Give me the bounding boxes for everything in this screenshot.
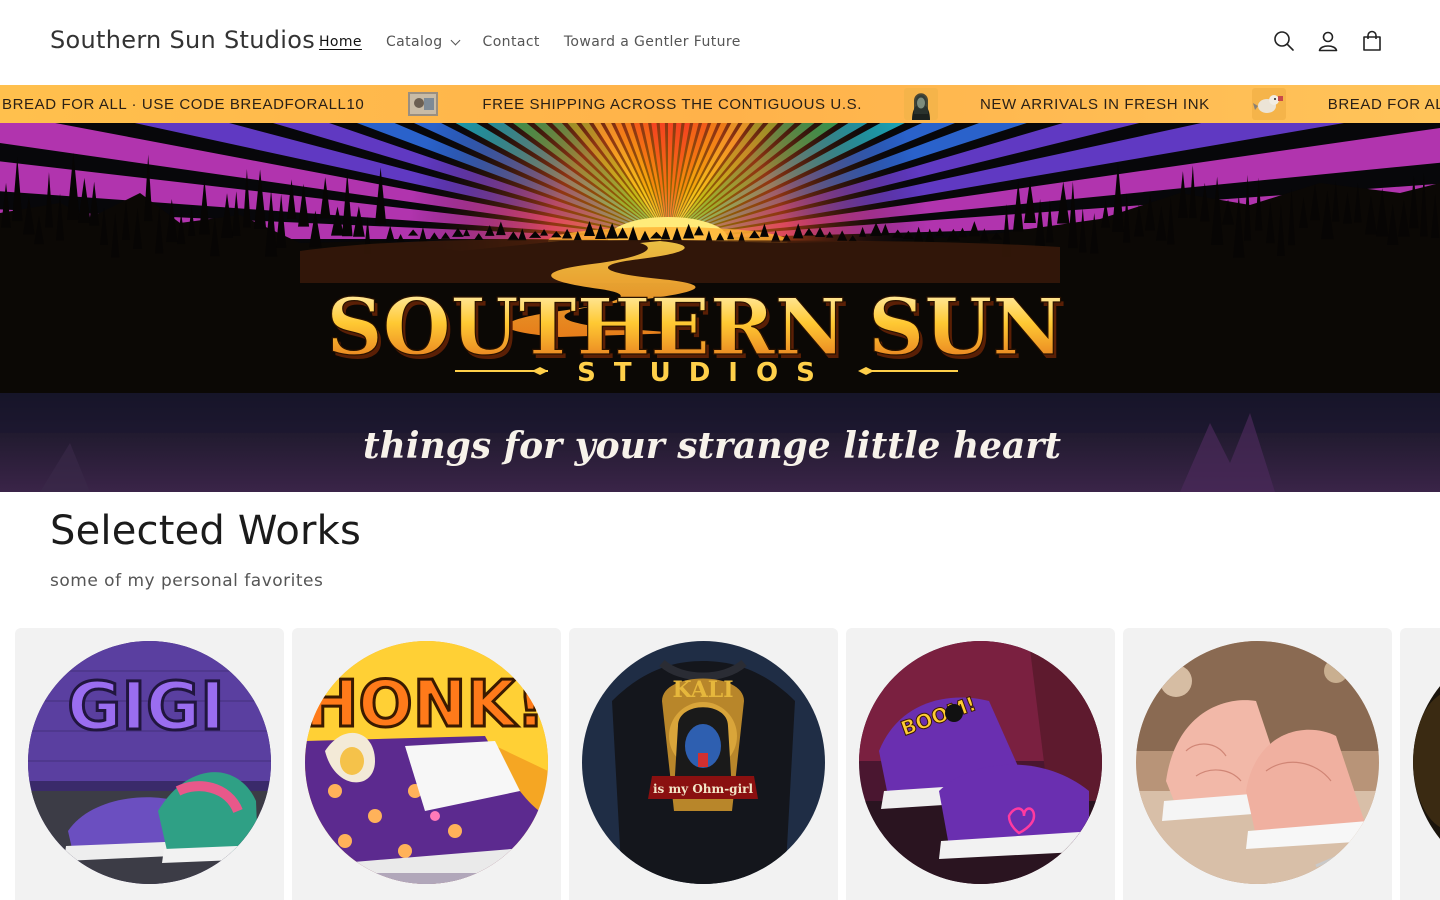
nav-catalog[interactable]: Catalog xyxy=(374,30,471,54)
section-title: Selected Works xyxy=(50,508,362,554)
svg-text:HONK!: HONK! xyxy=(305,668,545,742)
nav-catalog-label: Catalog xyxy=(385,34,443,50)
announcement-text: BREAD FOR ALL · xyxy=(1327,95,1440,113)
cat-postcard-thumbnail xyxy=(406,88,440,120)
product-card[interactable]: KALI is my Ohm-girl xyxy=(569,628,838,900)
announcement-bar: BREAD FOR ALL · USE CODE BREADFORALL10 F… xyxy=(0,85,1440,123)
nav-gentler-future[interactable]: Toward a Gentler Future xyxy=(552,30,753,54)
product-image: BOOM! xyxy=(859,641,1102,884)
product-carousel: GIGI HONK! KALI is my Ohm-girl BOOM! xyxy=(15,628,1440,900)
hero-banner[interactable]: SOUTHERN SUN SOUTHERN SUN STUDIOS things f… xyxy=(0,123,1440,492)
header-icons xyxy=(1272,28,1384,54)
product-card[interactable]: BOOM! xyxy=(846,628,1115,900)
announcement-item: NEW ARRIVALS IN FRESH INK xyxy=(978,85,1326,123)
product-card[interactable] xyxy=(1123,628,1392,900)
site-logo-text[interactable]: Southern Sun Studios xyxy=(50,26,315,54)
announcement-track: BREAD FOR ALL · USE CODE BREADFORALL10 F… xyxy=(0,85,1440,123)
announcement-text: BREAD FOR ALL · USE CODE BREADFORALL10 xyxy=(2,95,365,113)
product-card[interactable] xyxy=(1400,628,1440,900)
announcement-text: NEW ARRIVALS IN FRESH INK xyxy=(979,95,1210,113)
product-card[interactable]: HONK! xyxy=(292,628,561,900)
product-image xyxy=(1136,641,1379,884)
announcement-item: BREAD FOR ALL · USE CODE BREADFORALL10 xyxy=(0,85,480,123)
svg-text:is my Ohm-girl: is my Ohm-girl xyxy=(653,782,753,796)
bird-thumbnail xyxy=(1251,88,1286,120)
svg-text:KALI: KALI xyxy=(672,677,733,703)
product-image: HONK! xyxy=(305,641,548,884)
product-image xyxy=(1413,641,1440,884)
hero-tagline: things for your strange little heart xyxy=(363,425,1061,467)
section-subtitle: some of my personal favorites xyxy=(50,571,324,591)
product-image: KALI is my Ohm-girl xyxy=(582,641,825,884)
product-image: GIGI xyxy=(28,641,271,884)
main-nav: Home Catalog Contact Toward a Gentler Fu… xyxy=(307,30,753,54)
chevron-down-icon xyxy=(450,35,460,45)
cart-icon[interactable] xyxy=(1360,28,1384,54)
announcement-text: FREE SHIPPING ACROSS THE CONTIGUOUS U.S. xyxy=(482,95,862,113)
search-icon[interactable] xyxy=(1272,28,1296,54)
nav-contact[interactable]: Contact xyxy=(471,30,552,54)
hero-image: SOUTHERN SUN SOUTHERN SUN STUDIOS things f… xyxy=(0,123,1440,492)
product-card[interactable]: GIGI xyxy=(15,628,284,900)
site-header: Southern Sun Studios Home Catalog Contac… xyxy=(0,0,1440,84)
announcement-item: BREAD FOR ALL · xyxy=(1326,85,1440,123)
announcement-item: FREE SHIPPING ACROSS THE CONTIGUOUS U.S. xyxy=(480,85,978,123)
account-icon[interactable] xyxy=(1316,28,1340,54)
svg-text:GIGI: GIGI xyxy=(67,668,224,745)
portrait-thumbnail xyxy=(903,88,938,120)
hero-subtitle: STUDIOS xyxy=(577,358,833,388)
nav-home[interactable]: Home xyxy=(307,30,374,54)
